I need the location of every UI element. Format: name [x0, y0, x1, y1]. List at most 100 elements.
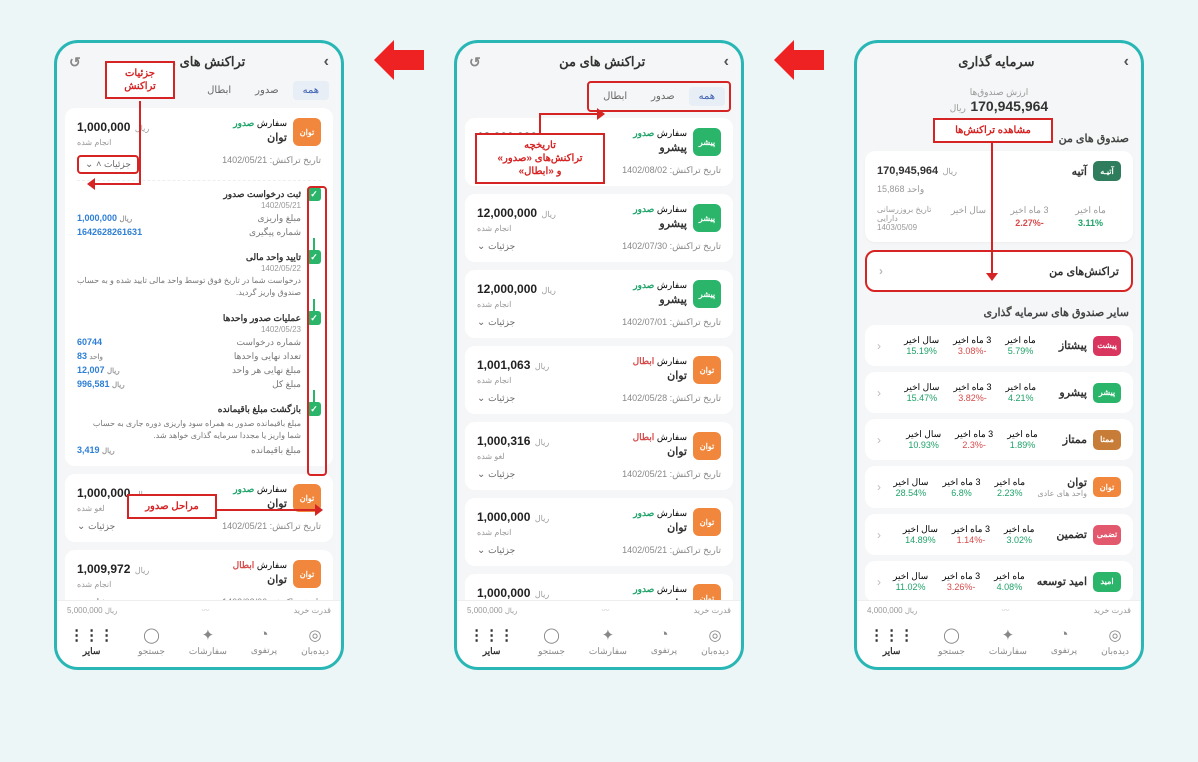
fund-badge-icon: پیشر [693, 280, 721, 308]
details-toggle[interactable]: جزئیات [477, 317, 515, 328]
nav-icon: ◎ [1101, 626, 1129, 644]
tx-card[interactable]: توانسفارش صدورتوان1,000,000 ریالانجام شد… [465, 498, 733, 566]
fund-row[interactable]: تضمیتضمینماه اخیر3.02%3 ماه اخیر-1.14%سا… [865, 514, 1133, 555]
back-icon[interactable]: › [324, 53, 329, 71]
nav-btn-3[interactable]: ◯جستجو [538, 626, 565, 657]
other-funds-title: سایر صندوق های سرمایه گذاری [865, 300, 1133, 325]
nav-btn-1[interactable]: ◔پرتفوی [1051, 626, 1077, 657]
nav-icon: ✦ [589, 626, 627, 644]
chevron-left-icon: ‹ [877, 480, 881, 494]
fund-badge-icon: توان [693, 432, 721, 460]
nav-icon: ◔ [251, 626, 277, 643]
tx-card[interactable]: توانسفارش ابطالتوان1,001,063 ریالانجام ش… [465, 346, 733, 414]
chevron-left-icon: ‹ [879, 264, 883, 278]
nav-btn-3[interactable]: ◯جستجو [938, 626, 965, 657]
details-toggle[interactable]: جزئیات [477, 241, 515, 252]
tab-all[interactable]: همه [293, 81, 329, 100]
fund-badge-icon: توان [293, 560, 321, 588]
tab-issue[interactable]: صدور [641, 87, 684, 106]
tx-card[interactable]: پیشرسفارش صدورپیشرو12,000,000 ریالانجام … [465, 270, 733, 338]
nav-icon: ◔ [1051, 626, 1077, 643]
tx-card[interactable]: توانسفارش ابطالتوان1,000,316 ریاللغو شده… [465, 422, 733, 490]
screen-tx-details: › تراکنش های من ↻ همه صدور ابطال جزئیات … [54, 40, 344, 670]
reload-icon[interactable]: ↻ [69, 54, 81, 71]
fund-badge-icon: پیشر [1093, 383, 1121, 403]
nav-btn-0[interactable]: ◎دیده‌بان [301, 626, 329, 657]
details-toggle[interactable]: جزئیات [77, 521, 115, 532]
chevron-left-icon: ‹ [877, 339, 881, 353]
header-title: تراکنش های من [559, 54, 645, 70]
nav-btn-0[interactable]: ◎دیده‌بان [701, 626, 729, 657]
fund-badge-icon: پیشت [1093, 336, 1121, 356]
nav-icon: ⋮⋮⋮ [869, 626, 914, 644]
nav-icon: ✦ [189, 626, 227, 644]
tab-all[interactable]: همه [689, 87, 725, 106]
chevron-left-icon: ‹ [877, 528, 881, 542]
fund-badge-icon: ممتا [1093, 430, 1121, 450]
details-toggle[interactable]: جزئیات ˄ [77, 155, 139, 174]
callout-view-tx: مشاهده تراکنش‌ها [933, 126, 1053, 143]
footer: قدرت خرید〰5,000,000 ریال ◎دیده‌بان◔پرتفو… [457, 600, 741, 667]
fund-badge-icon: پیشر [693, 128, 721, 156]
details-toggle[interactable]: جزئیات [477, 393, 515, 404]
header-title: سرمایه گذاری [958, 54, 1034, 70]
nav-btn-2[interactable]: ✦سفارشات [589, 626, 627, 657]
details-toggle[interactable]: جزئیات [477, 545, 515, 556]
nav-icon: ◔ [651, 626, 677, 643]
nav-icon: ◎ [701, 626, 729, 644]
step-block: ✓تایید واحد مالی1402/05/22درخواست شما در… [77, 250, 321, 311]
footer: قدرت خرید〰5,000,000 ریال ◎دیده‌بان◔پرتفو… [57, 600, 341, 667]
nav-btn-4[interactable]: ⋮⋮⋮سایر [69, 626, 114, 657]
nav-icon: ⋮⋮⋮ [469, 626, 514, 644]
fund-badge-icon: پیشر [693, 204, 721, 232]
nav-icon: ◯ [138, 626, 165, 644]
chevron-left-icon: ‹ [877, 433, 881, 447]
tab-issue[interactable]: صدور [245, 81, 288, 100]
nav-icon: ◎ [301, 626, 329, 644]
tab-cancel[interactable]: ابطال [197, 81, 241, 100]
nav-btn-0[interactable]: ◎دیده‌بان [1101, 626, 1129, 657]
back-icon[interactable]: › [724, 53, 729, 71]
details-toggle[interactable]: جزئیات [477, 469, 515, 480]
nav-btn-1[interactable]: ◔پرتفوی [651, 626, 677, 657]
fund-badge-atieh: آتیـه [1093, 161, 1121, 181]
nav-btn-3[interactable]: ◯جستجو [138, 626, 165, 657]
my-fund-card[interactable]: آتیـه آتیه 170,945,964 ریال 15,868 واحد … [865, 151, 1133, 242]
callout-details: جزئیات تراکنش [105, 61, 175, 99]
step-block: ✓عملیات صدور واحدها1402/05/23شماره درخوا… [77, 311, 321, 402]
screen-transactions: › تراکنش های من ↻ همه صدور ابطال تاریخچه… [454, 40, 744, 670]
fund-badge-icon: توان [693, 508, 721, 536]
fund-badge-icon: توان [293, 118, 321, 146]
fund-row[interactable]: امیدامید توسعهماه اخیر4.08%3 ماه اخیر-3.… [865, 561, 1133, 602]
nav-btn-4[interactable]: ⋮⋮⋮سایر [469, 626, 514, 657]
chevron-left-icon: ‹ [877, 575, 881, 589]
tab-cancel[interactable]: ابطال [593, 87, 637, 106]
tx-card-expanded: توان سفارش صدور توان 1,000,000 ریال انجا… [65, 108, 333, 466]
total-label: ارزش صندوق‌ها [857, 87, 1141, 98]
nav-btn-4[interactable]: ⋮⋮⋮سایر [869, 626, 914, 657]
timeline-outline [307, 186, 327, 476]
total-value: 170,945,964 [970, 98, 1048, 114]
fund-badge-icon: امید [1093, 572, 1121, 592]
screen-investment: › سرمایه گذاری ارزش صندوق‌ها 170,945,964… [854, 40, 1144, 670]
nav-btn-1[interactable]: ◔پرتفوی [251, 626, 277, 657]
tx-link[interactable]: تراکنش‌های من ‹ [865, 250, 1133, 292]
nav-icon: ◯ [538, 626, 565, 644]
step-block: ✓بازگشت مبلغ باقیماندهمبلغ باقیمانده صدو… [77, 402, 321, 456]
fund-badge-icon: توان [1093, 477, 1121, 497]
fund-row[interactable]: ممتاممتازماه اخیر1.89%3 ماه اخیر-2.3%سال… [865, 419, 1133, 460]
fund-row[interactable]: توانتوانواحد های عادیماه اخیر2.23%3 ماه … [865, 466, 1133, 508]
arrow-icon [774, 40, 824, 80]
fund-row[interactable]: پیشتپیشتازماه اخیر5.79%3 ماه اخیر-3.08%س… [865, 325, 1133, 366]
reload-icon[interactable]: ↻ [469, 54, 481, 71]
back-icon[interactable]: › [1124, 53, 1129, 71]
footer: قدرت خرید〰4,000,000 ریال ◎دیده‌بان◔پرتفو… [857, 600, 1141, 667]
nav-btn-2[interactable]: ✦سفارشات [189, 626, 227, 657]
tx-card[interactable]: پیشرسفارش صدورپیشرو12,000,000 ریالانجام … [465, 194, 733, 262]
step-block: ✓ثبت درخواست صدور1402/05/21مبلغ واریزی1,… [77, 187, 321, 250]
nav-icon: ✦ [989, 626, 1027, 644]
fund-row[interactable]: پیشرپیشروماه اخیر4.21%3 ماه اخیر-3.82%سا… [865, 372, 1133, 413]
arrow-icon [374, 40, 424, 80]
nav-btn-2[interactable]: ✦سفارشات [989, 626, 1027, 657]
fund-badge-icon: تضمی [1093, 525, 1121, 545]
